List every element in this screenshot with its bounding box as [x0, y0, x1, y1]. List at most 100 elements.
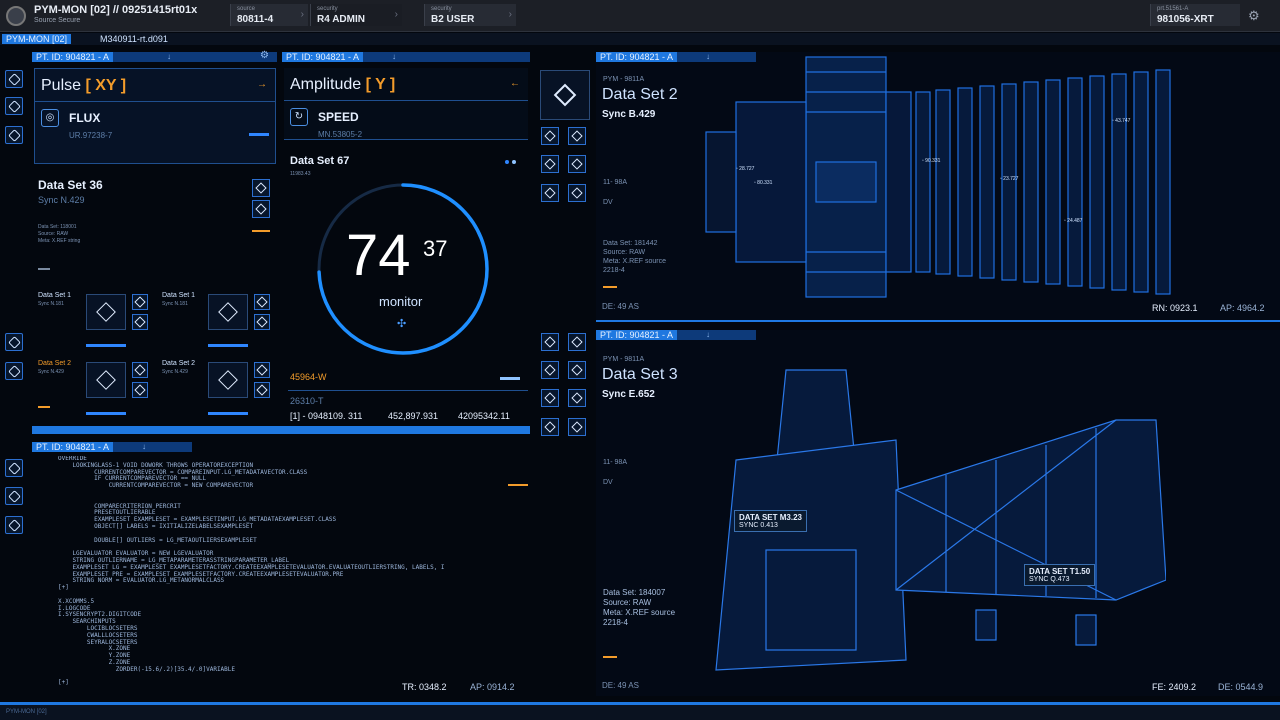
side-cube-icon[interactable] [5, 362, 23, 380]
pulse-title-text: Pulse [41, 77, 82, 94]
code-line: X.XCOMMS.5 [58, 597, 95, 605]
ds3-fe: FE: 2409.2 [1152, 682, 1197, 692]
ds2-marker[interactable]: ▫ 24.487 [1064, 218, 1082, 224]
tile-cube-button[interactable] [254, 382, 270, 398]
tile-sync: Sync N.429 [162, 369, 188, 375]
cube-button[interactable] [568, 361, 586, 379]
amplitude-card[interactable]: Amplitude [ Y ] ← ↻ SPEED MN.53805-2 [284, 68, 528, 140]
cube-button[interactable] [541, 184, 559, 202]
chevron-down-icon[interactable]: ↓ [167, 52, 171, 61]
cube-button[interactable] [568, 389, 586, 407]
panel-tab[interactable]: PT. ID: 904821 - A [32, 442, 114, 452]
tile-cube-button[interactable] [254, 294, 270, 310]
ds3-callout[interactable]: DATA SET T1.50 SYNC Q.473 [1024, 564, 1096, 586]
tile-title: Data Set 1 [38, 292, 72, 299]
ds2-viewport[interactable]: PT. ID: 904821 - A ↓ PYM - 9811A Data Se… [596, 52, 1280, 322]
chevron-down-icon[interactable]: ↓ [706, 330, 710, 339]
callout-title: DATA SET M3.23 [739, 513, 802, 522]
settings-icon[interactable]: ⚙ [260, 50, 269, 61]
pulse-card[interactable]: Pulse [ XY ] → ◎ FLUX UR.97238-7 [34, 68, 276, 164]
chevron-right-icon: › [394, 9, 398, 20]
chevron-down-icon[interactable]: ↓ [392, 52, 396, 61]
ds-tile[interactable]: Data Set 1 Sync N.181 [38, 292, 148, 352]
side-cube-icon[interactable] [5, 459, 23, 477]
ds2-marker[interactable]: ▫ 43.747 [1112, 118, 1130, 124]
ds3-viewport[interactable]: PT. ID: 904821 - A ↓ PYM - 9811A Data Se… [596, 330, 1280, 696]
tile-cube-button[interactable] [254, 362, 270, 378]
cube-button[interactable] [541, 127, 559, 145]
side-cube-icon[interactable] [5, 126, 23, 144]
code-tr: TR: 0348.2 [402, 682, 447, 692]
sub-path: M340911-rt.d091 [100, 34, 168, 44]
amplitude-title: Amplitude [ Y ] [290, 76, 395, 94]
ds2-marker[interactable]: ▫ 23.727 [1000, 176, 1018, 182]
ds-tile[interactable]: Data Set 2 Sync N.429 [38, 360, 148, 420]
tile-cube-button[interactable] [254, 314, 270, 330]
tile-title: Data Set 2 [38, 360, 72, 367]
cube-button[interactable] [541, 333, 559, 351]
ds2-marker-label: 23.727 [1003, 176, 1019, 182]
cube-button[interactable] [568, 333, 586, 351]
tile-cube-icon[interactable] [86, 362, 126, 398]
ds36-cube-button[interactable] [252, 179, 270, 197]
ds3-callout[interactable]: DATA SET M3.23 SYNC 0.413 [734, 510, 807, 532]
cube-button[interactable] [568, 155, 586, 173]
panel-tab[interactable]: PT. ID: 904821 - A [596, 330, 678, 340]
tile-cube-icon[interactable] [208, 294, 248, 330]
sub-tag[interactable]: PYM-MON [02] [2, 34, 72, 44]
cube-button[interactable] [541, 361, 559, 379]
tile-cube-icon[interactable] [86, 294, 126, 330]
code-line: ZORDER(-15.6/.2)[35.4/.0]VARIABLE [58, 665, 236, 673]
status-dot [505, 160, 509, 164]
code-line: STRING NORM = EVALUATOR.LG_METANORMALCLA… [58, 577, 225, 585]
panel-tab[interactable]: PT. ID: 904821 - A [596, 52, 678, 62]
cube-button[interactable] [541, 418, 559, 436]
ds-tile[interactable]: Data Set 1 Sync N.181 [162, 292, 272, 352]
app-subtitle: Source Secure [34, 17, 81, 24]
cube-button[interactable] [541, 389, 559, 407]
code-editor[interactable]: OVERRIDE LOOKINGLASS-1 VOID DOWORK THROW… [36, 456, 516, 686]
cube-button[interactable] [568, 184, 586, 202]
device-segment[interactable]: prt.51561-A 981056-XRT [1150, 4, 1240, 26]
ds36-cube-button[interactable] [252, 200, 270, 218]
chevron-down-icon[interactable]: ↓ [142, 442, 146, 451]
ds3-meta-line: 2218-4 [603, 618, 628, 627]
security-admin-segment[interactable]: security R4 ADMIN › [310, 4, 402, 26]
gear-icon[interactable]: ⚙ [1248, 8, 1260, 24]
ds2-ap: AP: 4964.2 [1220, 303, 1265, 313]
ds2-dv: DV [603, 199, 613, 206]
ds36-indicator [38, 268, 50, 270]
ds2-marker[interactable]: ▫ 90.331 [922, 158, 940, 164]
panel-tab[interactable]: PT. ID: 904821 - A [32, 52, 114, 62]
side-cube-icon[interactable] [5, 333, 23, 351]
main-cube-icon[interactable] [540, 70, 590, 120]
security-user-segment[interactable]: security B2 USER › [424, 4, 516, 26]
tile-cube-button[interactable] [132, 362, 148, 378]
side-cube-icon[interactable] [5, 487, 23, 505]
ds2-marker[interactable]: ▫ 80.331 [754, 180, 772, 186]
side-cube-icon[interactable] [5, 516, 23, 534]
app-logo-icon[interactable] [6, 6, 26, 26]
cube-button[interactable] [568, 127, 586, 145]
panel-tab[interactable]: PT. ID: 904821 - A [282, 52, 364, 62]
cube-button[interactable] [541, 155, 559, 173]
amplitude-title-text: Amplitude [290, 76, 362, 93]
pulse-tag: [ XY ] [85, 77, 127, 94]
ds3-dv: DV [603, 479, 613, 486]
code-body: OVERRIDE LOOKINGLASS-1 VOID DOWORK THROW… [36, 456, 516, 686]
arrow-left-icon[interactable]: ← [510, 78, 520, 89]
tile-cube-button[interactable] [132, 382, 148, 398]
ds2-marker[interactable]: ▫ 28.727 [736, 166, 754, 172]
tile-cube-button[interactable] [132, 294, 148, 310]
tile-cube-icon[interactable] [208, 362, 248, 398]
side-cube-icon[interactable] [5, 97, 23, 115]
ds3-de: DE: 49 AS [602, 681, 639, 690]
tile-cube-button[interactable] [132, 314, 148, 330]
source-segment[interactable]: source 80811-4 › [230, 4, 308, 26]
cube-button[interactable] [568, 418, 586, 436]
ds-tile[interactable]: Data Set 2 Sync N.429 [162, 360, 272, 420]
arrow-right-icon[interactable]: → [257, 79, 267, 90]
side-cube-icon[interactable] [5, 70, 23, 88]
gauge-subtitle: 11983.43 [290, 171, 311, 177]
